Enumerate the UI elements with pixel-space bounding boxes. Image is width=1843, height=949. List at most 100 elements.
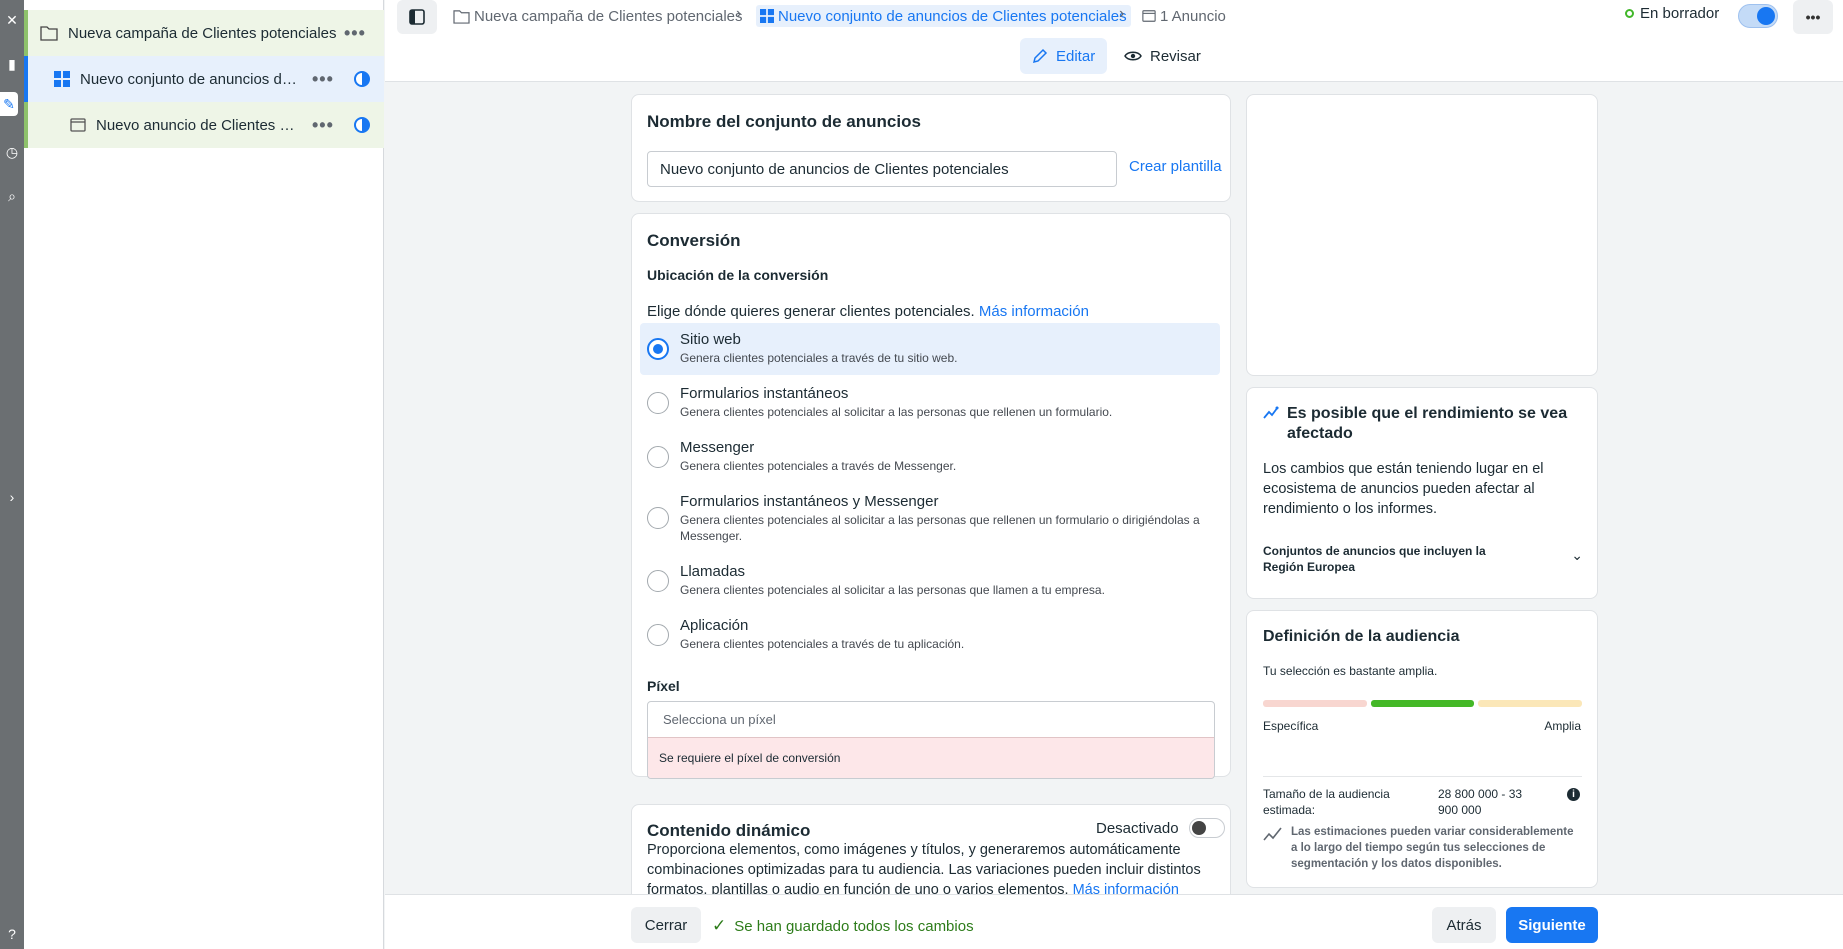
card-title: Conversión [647,231,741,250]
review-label: Revisar [1150,47,1201,65]
more-info-link[interactable]: Más información [979,303,1089,320]
conversion-option-calls[interactable]: Llamadas Genera clientes potenciales al … [640,555,1220,607]
edit-icon[interactable]: ✎ [0,92,18,116]
conversion-card: Conversión Ubicación de la conversión El… [631,213,1231,779]
audience-size-value: 28 800 000 - 33 900 000 [1438,787,1523,817]
dynamic-description: Proporciona elementos, como imágenes y t… [647,840,1217,900]
breadcrumb-adset[interactable]: Nuevo conjunto de anuncios de Clientes p… [756,5,1131,27]
more-options-icon[interactable]: ••• [344,23,366,44]
meter-segment [1263,700,1367,707]
close-icon[interactable]: ✕ [0,8,24,32]
draft-status: En borrador [1625,5,1719,22]
card-title: Contenido dinámico [647,821,811,840]
adset-name-card: Nombre del conjunto de anuncios Nuevo co… [631,94,1231,202]
conversion-option-instant-forms[interactable]: Formularios instantáneos Genera clientes… [640,377,1220,429]
more-options-icon[interactable]: ••• [312,69,334,90]
notice-title: Es posible que el rendimiento se vea afe… [1287,405,1568,442]
next-button[interactable]: Siguiente [1506,907,1598,943]
chevron-down-icon: ⌄ [1571,547,1583,563]
ad-preview-card [1246,94,1598,376]
pixel-label: Píxel [647,678,680,694]
search-icon[interactable]: ⌕ [0,184,24,208]
chart-icon[interactable]: ▮ [0,52,24,76]
breadcrumb-label: Nueva campaña de Clientes potenciales [474,7,743,25]
meter-segment-selected [1370,700,1475,707]
sidebar-toggle-button[interactable] [397,0,437,34]
check-icon: ✓ [712,916,727,935]
conversion-intro-text: Elige dónde quieres generar clientes pot… [647,303,975,320]
conversion-location-label: Ubicación de la conversión [647,267,829,283]
bottom-bar: Cerrar ✓ Se han guardado todos los cambi… [385,894,1843,949]
pixel-error-message: Se requiere el píxel de conversión [648,738,1214,778]
info-icon[interactable]: i [1567,788,1580,801]
tree-item-label: Nueva campaña de Clientes potenciales [68,24,337,42]
adset-name-input[interactable]: Nuevo conjunto de anuncios de Clientes p… [647,151,1117,187]
radio-button[interactable] [647,507,669,529]
radio-button[interactable] [647,624,669,646]
audience-disclaimer: Las estimaciones pueden variar considera… [1291,826,1574,870]
campaign-tree: Nueva campaña de Clientes potenciales ••… [24,0,384,949]
meter-max-label: Amplia [1544,719,1581,733]
grid-icon [760,9,774,23]
breadcrumb-label: Nuevo conjunto de anuncios de Clientes p… [778,7,1127,25]
expand-icon[interactable]: › [0,485,24,509]
trend-icon [1263,406,1279,419]
status-dot-icon [1625,9,1634,18]
dynamic-content-toggle-group: Desactivado [1096,818,1225,838]
chevron-right-icon: › [736,5,742,22]
radio-button[interactable] [647,570,669,592]
chevron-right-icon: › [1119,5,1125,22]
option-title: Sitio web [680,331,741,348]
tree-item-label: Nuevo conjunto de anuncios de ... [80,70,300,88]
pixel-field: Selecciona un píxel Se requiere el píxel… [647,701,1215,779]
expander-label: Conjuntos de anuncios que incluyen la Re… [1263,544,1486,574]
option-description: Genera clientes potenciales a través de … [680,637,965,651]
ad-icon [70,118,86,132]
radio-button[interactable] [647,392,669,414]
audience-summary: Tu selección es bastante amplia. [1263,664,1438,678]
delivery-status-icon [353,71,370,87]
option-title: Messenger [680,439,755,456]
more-options-button[interactable]: ••• [1793,0,1833,34]
conversion-intro: Elige dónde quieres generar clientes pot… [647,303,1089,320]
tree-item-campaign[interactable]: Nueva campaña de Clientes potenciales ••… [24,10,384,56]
create-template-link[interactable]: Crear plantilla [1129,158,1222,175]
conversion-option-forms-messenger[interactable]: Formularios instantáneos y Messenger Gen… [640,485,1220,551]
region-expander[interactable]: Conjuntos de anuncios que incluyen la Re… [1263,543,1583,575]
more-options-icon[interactable]: ••• [312,115,334,136]
grid-icon [54,71,70,87]
conversion-option-messenger[interactable]: Messenger Genera clientes potenciales a … [640,431,1220,483]
tree-item-label: Nuevo anuncio de Clientes po... [96,116,300,134]
card-title: Nombre del conjunto de anuncios [647,112,921,131]
tree-item-ad[interactable]: Nuevo anuncio de Clientes po... ••• [24,102,384,148]
radio-button[interactable] [647,446,669,468]
status-label: En borrador [1640,5,1720,22]
campaign-on-toggle[interactable] [1738,4,1778,28]
tree-item-adset[interactable]: Nuevo conjunto de anuncios de ... ••• [24,56,384,102]
audience-size-label: Tamaño de la audiencia estimada: [1263,787,1390,817]
history-icon[interactable]: ◷ [0,140,24,164]
breadcrumb-ads[interactable]: 1 Anuncio [1142,5,1226,27]
edit-label: Editar [1056,47,1096,65]
conversion-option-app[interactable]: Aplicación Genera clientes potenciales a… [640,609,1220,661]
option-title: Aplicación [680,617,749,634]
back-button[interactable]: Atrás [1432,907,1496,943]
saved-status-label: Se han guardado todos los cambios [734,917,974,935]
toggle-status-label: Desactivado [1096,819,1179,837]
pencil-icon [1032,48,1048,64]
card-title: Definición de la audiencia [1263,628,1460,645]
pixel-select[interactable]: Selecciona un píxel [648,702,1214,738]
review-mode-button[interactable]: Revisar [1112,38,1213,74]
help-icon[interactable]: ? [0,922,24,946]
breadcrumb-campaign[interactable]: Nueva campaña de Clientes potenciales [453,5,743,27]
top-bar: Nueva campaña de Clientes potenciales › … [385,0,1843,82]
close-button[interactable]: Cerrar [631,907,701,943]
meter-segment [1478,700,1583,707]
dynamic-content-toggle[interactable] [1188,818,1225,838]
option-description: Genera clientes potenciales al solicitar… [680,513,1200,543]
edit-mode-button[interactable]: Editar [1020,38,1108,74]
conversion-option-website[interactable]: Sitio web Genera clientes potenciales a … [640,323,1220,375]
radio-button[interactable] [647,338,669,360]
ad-icon [1142,10,1156,22]
breadcrumb-label: 1 Anuncio [1160,7,1226,25]
